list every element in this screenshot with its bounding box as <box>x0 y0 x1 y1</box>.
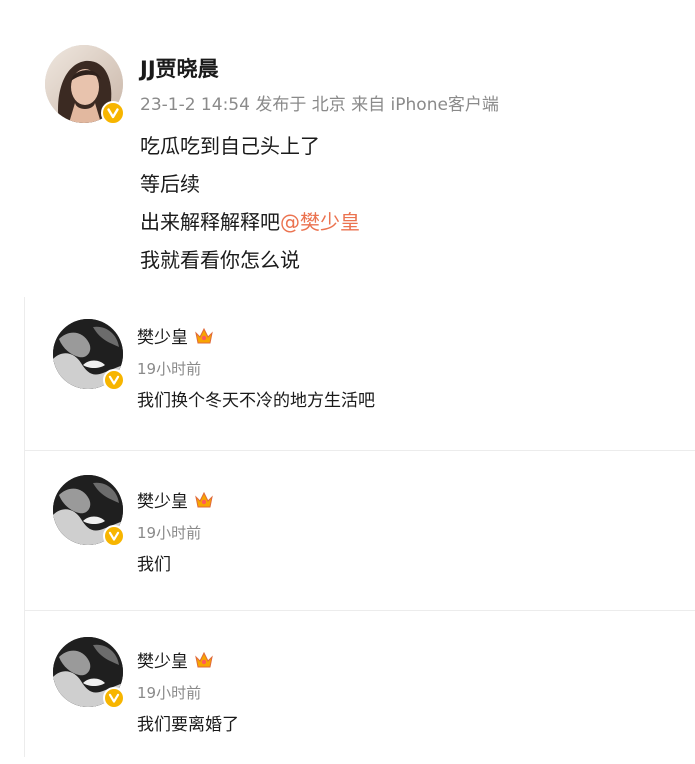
comment-avatar[interactable] <box>53 475 125 547</box>
comment-author[interactable]: 樊少皇 <box>137 651 214 673</box>
verified-badge-icon <box>103 525 125 547</box>
post-line-text: 出来解释解释吧 <box>140 210 280 234</box>
mention-link[interactable]: @樊少皇 <box>280 210 360 234</box>
comment-time: 19小时前 <box>137 524 202 542</box>
post-content: 吃瓜吃到自己头上了 等后续 出来解释解释吧@樊少皇 我就看看你怎么说 <box>140 127 360 279</box>
comment-time: 19小时前 <box>137 684 202 702</box>
post-author-name[interactable]: JJ贾晓晨 <box>140 56 219 82</box>
verified-badge-icon <box>103 369 125 391</box>
comment-author-name: 樊少皇 <box>137 492 188 512</box>
post-line: 我就看看你怎么说 <box>140 248 300 272</box>
comment-author-name: 樊少皇 <box>137 328 188 348</box>
comment-text: 我们 <box>137 555 171 575</box>
crown-vip-icon <box>194 651 214 669</box>
comment-author-name: 樊少皇 <box>137 652 188 672</box>
comment-avatar[interactable] <box>53 319 125 391</box>
post-meta: 23-1-2 14:54 发布于 北京 来自 iPhone客户端 <box>140 95 499 115</box>
post-line: 吃瓜吃到自己头上了 <box>140 134 320 158</box>
comment-text: 我们换个冬天不冷的地方生活吧 <box>137 391 375 411</box>
verified-badge-icon <box>103 687 125 709</box>
comment-time: 19小时前 <box>137 360 202 378</box>
comment-author[interactable]: 樊少皇 <box>137 327 214 349</box>
post-line: 等后续 <box>140 172 200 196</box>
comment-item: 樊少皇 19小时前 我们换个冬天不冷的地方生活吧 <box>25 297 695 447</box>
comment-author[interactable]: 樊少皇 <box>137 491 214 513</box>
comment-avatar[interactable] <box>53 637 125 709</box>
comment-text: 我们要离婚了 <box>137 715 239 735</box>
crown-vip-icon <box>194 491 214 509</box>
post-avatar[interactable] <box>45 45 125 125</box>
comment-item: 樊少皇 19小时前 我们要离婚了 <box>25 610 695 761</box>
crown-vip-icon <box>194 327 214 345</box>
weibo-post: JJ贾晓晨 23-1-2 14:54 发布于 北京 来自 iPhone客户端 吃… <box>0 0 695 290</box>
comment-list: 樊少皇 19小时前 我们换个冬天不冷的地方生活吧 樊少皇 19小时前 我们 樊少… <box>24 297 695 757</box>
verified-badge-icon <box>101 101 125 125</box>
comment-item: 樊少皇 19小时前 我们 <box>25 450 695 601</box>
post-line: 出来解释解释吧@樊少皇 <box>140 203 360 241</box>
